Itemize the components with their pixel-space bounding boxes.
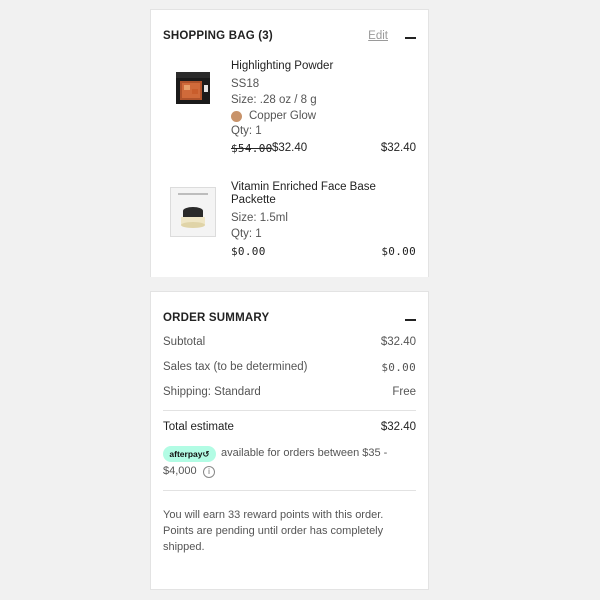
shipping-label: Shipping: Standard bbox=[163, 386, 261, 398]
afterpay-badge: afterpay↺ bbox=[163, 446, 216, 462]
shopping-bag-header: SHOPPING BAG (3) Edit bbox=[163, 30, 416, 46]
order-summary-title: ORDER SUMMARY bbox=[163, 312, 270, 324]
item-code: SS18 bbox=[231, 78, 260, 90]
summary-divider bbox=[163, 410, 416, 411]
face-base-packette-thumbnail bbox=[170, 187, 216, 237]
collapse-summary-icon[interactable] bbox=[405, 319, 416, 321]
item-price: $0.00 bbox=[231, 245, 266, 258]
item-total: $0.00 bbox=[381, 245, 416, 258]
shade-swatch bbox=[231, 111, 242, 122]
rewards-text-line3: shipped. bbox=[163, 541, 205, 553]
item-original-price: $54.00 bbox=[231, 142, 273, 155]
item-shade: Copper Glow bbox=[249, 110, 317, 122]
subtotal-label: Subtotal bbox=[163, 336, 206, 348]
highlighting-powder-thumbnail bbox=[176, 72, 210, 104]
edit-bag-link[interactable]: Edit bbox=[368, 30, 388, 42]
rewards-text-line1: You will earn 33 reward points with this… bbox=[163, 509, 384, 521]
order-summary-panel: ORDER SUMMARY Subtotal $32.40 Sales tax … bbox=[150, 291, 429, 590]
rewards-text-line2: Points are pending until order has compl… bbox=[163, 525, 384, 537]
order-summary-header: ORDER SUMMARY bbox=[163, 312, 416, 328]
collapse-bag-icon[interactable] bbox=[405, 37, 416, 39]
item-qty: Qty: 1 bbox=[231, 228, 262, 240]
afterpay-text-line2: $4,000 bbox=[163, 465, 197, 477]
item-qty: Qty: 1 bbox=[231, 125, 262, 137]
item-name-line2[interactable]: Packette bbox=[231, 194, 276, 206]
item-name-line1[interactable]: Vitamin Enriched Face Base bbox=[231, 181, 376, 193]
rewards-divider bbox=[163, 490, 416, 491]
subtotal-value: $32.40 bbox=[380, 336, 416, 348]
sales-tax-value: $0.00 bbox=[381, 361, 416, 374]
shopping-bag-title: SHOPPING BAG (3) bbox=[163, 30, 273, 42]
sales-tax-label: Sales tax (to be determined) bbox=[163, 361, 308, 373]
info-icon[interactable]: i bbox=[203, 466, 215, 478]
total-estimate-value: $32.40 bbox=[380, 421, 416, 433]
shopping-bag-panel: SHOPPING BAG (3) Edit Highlighting Powde… bbox=[150, 9, 429, 277]
shipping-value: Free bbox=[392, 386, 416, 398]
item-name[interactable]: Highlighting Powder bbox=[231, 60, 333, 72]
item-total: $32.40 bbox=[380, 142, 416, 154]
item-size: Size: .28 oz / 8 g bbox=[231, 94, 317, 106]
afterpay-text-line1: available for orders between $35 - bbox=[221, 447, 388, 459]
item-sale-price: $32.40 bbox=[272, 142, 308, 154]
total-estimate-label: Total estimate bbox=[163, 421, 234, 433]
item-size: Size: 1.5ml bbox=[231, 212, 288, 224]
